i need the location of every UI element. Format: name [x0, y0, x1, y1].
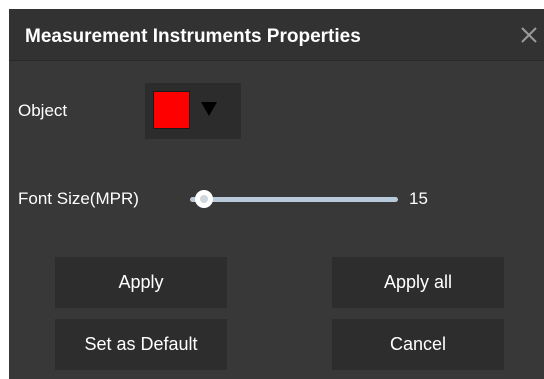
triangle-down-icon [200, 101, 218, 122]
dialog-titlebar: Measurement Instruments Properties [9, 9, 544, 61]
close-icon[interactable] [514, 21, 544, 49]
slider-track [190, 197, 398, 202]
apply-all-button[interactable]: Apply all [332, 257, 504, 308]
object-label: Object [18, 101, 68, 120]
set-as-default-button[interactable]: Set as Default [55, 319, 227, 370]
properties-dialog: Measurement Instruments Properties Objec… [9, 9, 544, 379]
color-swatch [153, 91, 190, 129]
font-size-value: 15 [409, 189, 428, 208]
object-color-picker[interactable] [145, 83, 241, 139]
apply-button[interactable]: Apply [55, 257, 227, 308]
cancel-button[interactable]: Cancel [332, 319, 504, 370]
dialog-title: Measurement Instruments Properties [25, 26, 361, 47]
slider-thumb[interactable] [194, 190, 213, 208]
font-size-label: Font Size(MPR) [18, 189, 139, 208]
font-size-slider[interactable] [190, 189, 402, 209]
